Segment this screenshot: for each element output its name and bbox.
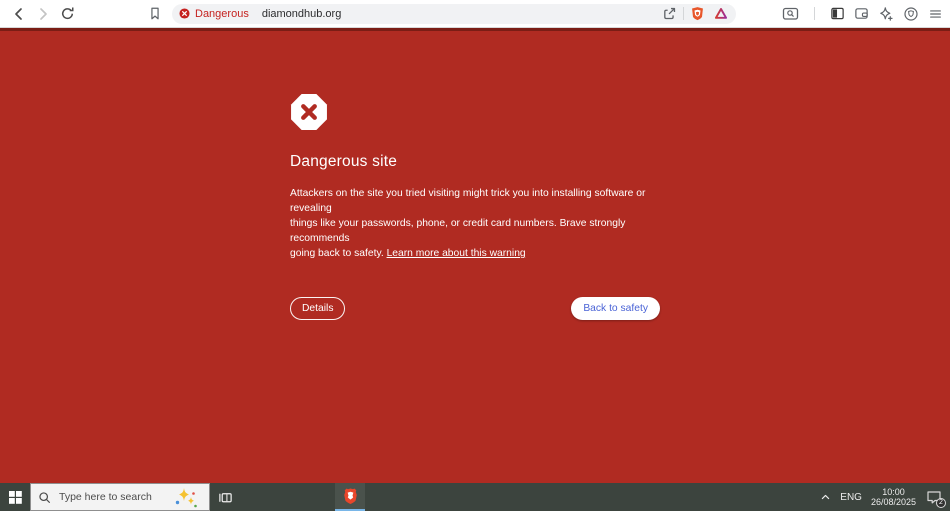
brave-rewards-button[interactable] bbox=[713, 6, 729, 21]
reload-icon bbox=[60, 6, 75, 21]
browser-toolbar: Dangerous diamondhub.org bbox=[0, 0, 950, 28]
bookmark-icon bbox=[148, 6, 162, 21]
page-title: Dangerous site bbox=[290, 153, 660, 171]
reload-button[interactable] bbox=[55, 3, 79, 25]
toolbar-divider bbox=[814, 7, 815, 20]
sidebar-icon bbox=[830, 6, 845, 21]
brave-browser-icon bbox=[342, 487, 359, 505]
forward-button[interactable] bbox=[31, 3, 55, 25]
sparkle-ai-icon bbox=[878, 6, 894, 22]
urlbar-divider bbox=[683, 7, 684, 20]
browser-window: Dangerous diamondhub.org bbox=[0, 0, 950, 511]
wallet-icon bbox=[854, 6, 869, 21]
brave-logo-triangle-icon bbox=[713, 6, 729, 21]
stop-octagon-x-icon bbox=[290, 93, 328, 131]
search-highlights-icon[interactable] bbox=[173, 487, 199, 509]
tab-search-button[interactable] bbox=[782, 6, 799, 21]
interstitial-content: Dangerous site Attackers on the site you… bbox=[290, 93, 660, 320]
language-indicator[interactable]: ENG bbox=[840, 492, 862, 503]
task-view-button[interactable] bbox=[210, 483, 240, 511]
windows-logo-icon bbox=[9, 491, 22, 504]
action-center-button[interactable]: 2 bbox=[925, 489, 943, 505]
bookmark-button[interactable] bbox=[143, 3, 167, 25]
body-line-3: going back to safety. bbox=[290, 248, 384, 259]
url-text[interactable]: diamondhub.org bbox=[262, 8, 342, 20]
vpn-shield-button[interactable] bbox=[903, 6, 919, 22]
body-line-1: Attackers on the site you tried visiting… bbox=[290, 188, 645, 214]
details-button[interactable]: Details bbox=[290, 297, 345, 320]
back-button[interactable] bbox=[7, 3, 31, 25]
tray-chevron-up-icon[interactable] bbox=[820, 492, 831, 502]
taskbar-clock[interactable]: 10:00 26/08/2025 bbox=[871, 487, 916, 508]
task-view-icon bbox=[218, 490, 233, 505]
sidebar-toggle-button[interactable] bbox=[830, 6, 845, 21]
share-button[interactable] bbox=[662, 6, 677, 21]
brave-shields-button[interactable] bbox=[690, 6, 705, 21]
toolbar-right-icons bbox=[782, 6, 943, 22]
security-warning-label[interactable]: Dangerous bbox=[195, 8, 249, 20]
learn-more-link[interactable]: Learn more about this warning bbox=[387, 248, 526, 259]
leo-ai-button[interactable] bbox=[878, 6, 894, 22]
warning-body-text: Attackers on the site you tried visiting… bbox=[290, 186, 660, 261]
shield-badge-icon bbox=[903, 6, 919, 22]
notification-count-badge: 2 bbox=[936, 498, 946, 508]
forward-icon bbox=[35, 6, 51, 22]
menu-button[interactable] bbox=[928, 7, 943, 21]
address-bar[interactable]: Dangerous diamondhub.org bbox=[172, 4, 736, 24]
windows-taskbar: ENG 10:00 26/08/2025 2 bbox=[0, 483, 950, 511]
taskbar-brave-app-button[interactable] bbox=[335, 483, 365, 511]
start-button[interactable] bbox=[0, 483, 30, 511]
system-tray: ENG 10:00 26/08/2025 2 bbox=[820, 483, 950, 511]
dangerous-site-interstitial: Dangerous site Attackers on the site you… bbox=[0, 28, 950, 483]
back-to-safety-button[interactable]: Back to safety bbox=[571, 297, 660, 320]
hamburger-menu-icon bbox=[928, 7, 943, 21]
search-icon bbox=[38, 491, 51, 504]
dangerous-warning-icon bbox=[179, 8, 190, 19]
brave-wallet-button[interactable] bbox=[854, 6, 869, 21]
back-icon bbox=[11, 6, 27, 22]
search-input[interactable] bbox=[57, 490, 165, 504]
taskbar-search-box[interactable] bbox=[30, 483, 210, 511]
brave-shields-icon bbox=[690, 6, 705, 21]
body-line-2: things like your passwords, phone, or cr… bbox=[290, 218, 625, 244]
share-icon bbox=[662, 6, 677, 21]
interstitial-buttons: Details Back to safety bbox=[290, 297, 660, 320]
tab-search-icon bbox=[782, 6, 799, 21]
clock-date: 26/08/2025 bbox=[871, 497, 916, 508]
clock-time: 10:00 bbox=[871, 487, 916, 498]
sparkle-stars-icon bbox=[173, 487, 199, 509]
